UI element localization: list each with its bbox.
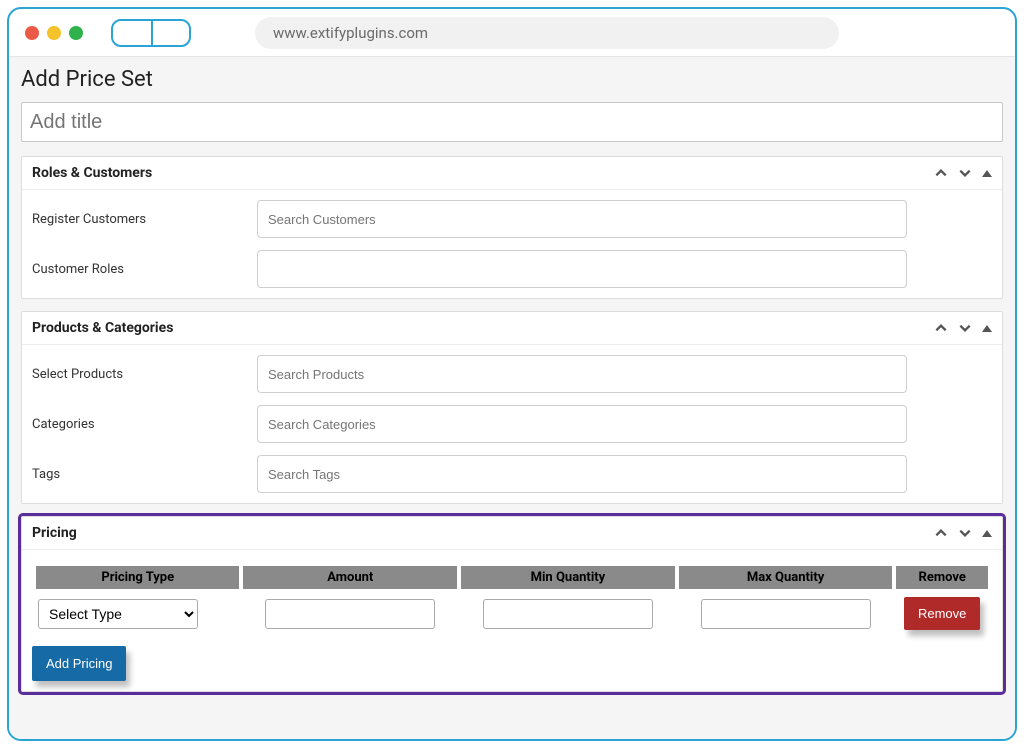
chevron-down-icon[interactable]	[958, 321, 972, 335]
pricing-table: Pricing Type Amount Min Quantity Max Qua…	[32, 560, 992, 638]
col-pricing-type: Pricing Type	[36, 566, 239, 589]
field-select-products: Select Products	[32, 355, 992, 393]
amount-input[interactable]	[265, 599, 435, 629]
panel-controls	[934, 526, 992, 540]
page-body: Add Price Set Roles & Customers Register…	[9, 57, 1015, 739]
chevron-down-icon[interactable]	[958, 166, 972, 180]
collapse-triangle-icon[interactable]	[982, 170, 992, 177]
panel-pricing: Pricing Pricing Type Amount Min Quantity…	[21, 516, 1003, 692]
title-input[interactable]	[21, 102, 1003, 142]
panel-header-products: Products & Categories	[22, 312, 1002, 345]
panel-title: Pricing	[32, 525, 934, 541]
register-customers-input[interactable]	[257, 200, 907, 238]
tab-switcher[interactable]	[111, 19, 191, 47]
chevron-up-icon[interactable]	[934, 166, 948, 180]
page-heading: Add Price Set	[13, 63, 1011, 102]
maximize-window-icon[interactable]	[69, 26, 83, 40]
chevron-up-icon[interactable]	[934, 526, 948, 540]
customer-roles-input[interactable]	[257, 250, 907, 288]
categories-input[interactable]	[257, 405, 907, 443]
table-row: Select Type Remove	[36, 595, 988, 632]
close-window-icon[interactable]	[25, 26, 39, 40]
min-quantity-input[interactable]	[483, 599, 653, 629]
panel-title: Products & Categories	[32, 320, 934, 336]
browser-window: www.extifyplugins.com Add Price Set Role…	[7, 7, 1017, 741]
field-customer-roles: Customer Roles	[32, 250, 992, 288]
collapse-triangle-icon[interactable]	[982, 530, 992, 537]
panel-header-roles: Roles & Customers	[22, 157, 1002, 190]
window-controls	[25, 26, 83, 40]
minimize-window-icon[interactable]	[47, 26, 61, 40]
url-text: www.extifyplugins.com	[273, 24, 428, 42]
field-categories: Categories	[32, 405, 992, 443]
panel-roles-customers: Roles & Customers Register Customers Cus…	[21, 156, 1003, 299]
url-bar[interactable]: www.extifyplugins.com	[255, 17, 839, 49]
panel-controls	[934, 321, 992, 335]
col-min-quantity: Min Quantity	[461, 566, 675, 589]
chevron-down-icon[interactable]	[958, 526, 972, 540]
field-register-customers: Register Customers	[32, 200, 992, 238]
table-header-row: Pricing Type Amount Min Quantity Max Qua…	[36, 566, 988, 589]
field-tags: Tags	[32, 455, 992, 493]
col-amount: Amount	[243, 566, 457, 589]
pricing-type-select[interactable]: Select Type	[38, 599, 198, 629]
panel-body: Select Products Categories Tags	[22, 345, 1002, 503]
panel-body: Register Customers Customer Roles	[22, 190, 1002, 298]
field-label: Tags	[32, 467, 257, 482]
browser-chrome-bar: www.extifyplugins.com	[9, 9, 1015, 57]
panel-title: Roles & Customers	[32, 165, 934, 181]
col-remove: Remove	[896, 566, 988, 589]
col-max-quantity: Max Quantity	[679, 566, 893, 589]
select-products-input[interactable]	[257, 355, 907, 393]
remove-button[interactable]: Remove	[904, 597, 980, 630]
collapse-triangle-icon[interactable]	[982, 325, 992, 332]
panel-products-categories: Products & Categories Select Products Ca…	[21, 311, 1003, 504]
field-label: Categories	[32, 417, 257, 432]
panel-header-pricing: Pricing	[22, 517, 1002, 550]
field-label: Register Customers	[32, 212, 257, 227]
chevron-up-icon[interactable]	[934, 321, 948, 335]
field-label: Select Products	[32, 367, 257, 382]
field-label: Customer Roles	[32, 262, 257, 277]
add-pricing-button[interactable]: Add Pricing	[32, 646, 126, 681]
tags-input[interactable]	[257, 455, 907, 493]
max-quantity-input[interactable]	[701, 599, 871, 629]
panel-body: Pricing Type Amount Min Quantity Max Qua…	[22, 550, 1002, 691]
panel-controls	[934, 166, 992, 180]
